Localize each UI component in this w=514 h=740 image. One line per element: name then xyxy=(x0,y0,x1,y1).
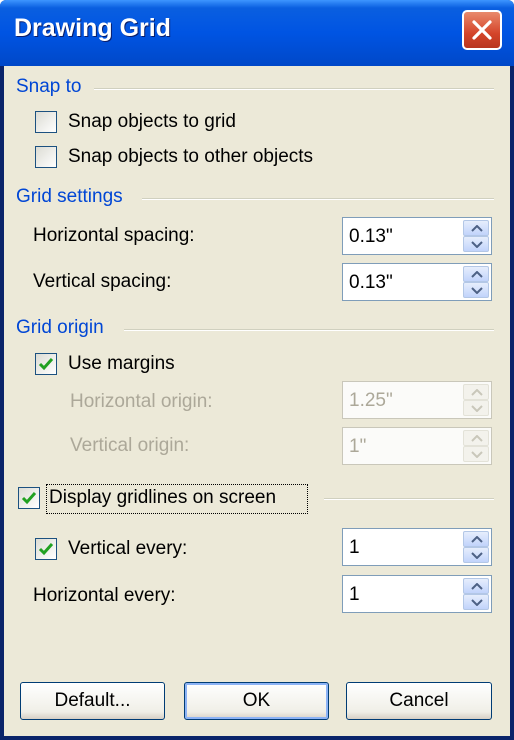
arrow-down-icon xyxy=(471,405,483,412)
vertical-origin-value: 1" xyxy=(349,436,367,457)
vertical-spacing-up-button[interactable] xyxy=(463,266,489,282)
arrow-down-icon xyxy=(471,451,483,458)
vertical-origin-spin-buttons xyxy=(463,430,489,462)
vertical-origin-label: Vertical origin: xyxy=(70,435,190,456)
arrow-up-icon xyxy=(471,583,483,590)
vertical-every-spinner[interactable]: 1 xyxy=(342,528,492,566)
vertical-spacing-value[interactable]: 0.13" xyxy=(349,272,393,294)
vertical-spacing-spinner[interactable]: 0.13" xyxy=(342,263,492,301)
horizontal-origin-label: Horizontal origin: xyxy=(70,391,213,412)
snap-to-other-objects-checkbox[interactable] xyxy=(35,146,57,168)
snap-to-other-objects-label[interactable]: Snap objects to other objects xyxy=(68,146,313,168)
arrow-up-icon xyxy=(471,536,483,543)
vertical-spacing-spin-buttons xyxy=(463,266,489,298)
display-gridlines-checkbox[interactable] xyxy=(18,487,40,509)
horizontal-origin-value: 1.25" xyxy=(349,390,393,411)
arrow-up-icon xyxy=(471,389,483,396)
ok-button[interactable]: OK xyxy=(184,682,329,720)
horizontal-origin-up-button xyxy=(463,384,489,400)
horizontal-every-down-button[interactable] xyxy=(463,594,489,610)
dialog-body: Snap to Snap objects to grid Snap object… xyxy=(4,66,510,736)
close-button[interactable] xyxy=(462,10,502,50)
vertical-spacing-down-button[interactable] xyxy=(463,282,489,298)
vertical-every-label[interactable]: Vertical every: xyxy=(68,538,187,560)
snap-to-header: Snap to xyxy=(16,76,82,97)
dialog-title: Drawing Grid xyxy=(14,14,171,42)
default-button[interactable]: Default... xyxy=(20,682,165,720)
use-margins-checkbox[interactable] xyxy=(35,353,57,375)
grid-settings-divider xyxy=(142,198,494,200)
horizontal-every-spinner[interactable]: 1 xyxy=(342,575,492,613)
horizontal-spacing-label: Horizontal spacing: xyxy=(33,225,195,246)
horizontal-every-spin-buttons xyxy=(463,578,489,610)
horizontal-spacing-up-button[interactable] xyxy=(463,220,489,236)
checkmark-icon xyxy=(38,358,54,371)
vertical-origin-down-button xyxy=(463,446,489,462)
grid-origin-header: Grid origin xyxy=(16,317,104,338)
checkmark-icon xyxy=(21,492,37,505)
arrow-up-icon xyxy=(471,271,483,278)
drawing-grid-dialog: Drawing Grid Snap to Snap objects to gri… xyxy=(0,0,514,740)
horizontal-every-up-button[interactable] xyxy=(463,578,489,594)
vertical-origin-up-button xyxy=(463,430,489,446)
arrow-down-icon xyxy=(471,287,483,294)
arrow-down-icon xyxy=(471,241,483,248)
horizontal-origin-down-button xyxy=(463,400,489,416)
snap-to-grid-checkbox[interactable] xyxy=(35,111,57,133)
arrow-down-icon xyxy=(471,552,483,559)
arrow-up-icon xyxy=(471,225,483,232)
vertical-origin-spinner: 1" xyxy=(342,427,492,465)
arrow-down-icon xyxy=(471,599,483,606)
vertical-every-checkbox[interactable] xyxy=(35,538,57,560)
display-gridlines-label[interactable]: Display gridlines on screen xyxy=(49,487,276,509)
grid-origin-divider xyxy=(124,329,494,331)
vertical-spacing-label: Vertical spacing: xyxy=(33,271,172,292)
horizontal-every-label: Horizontal every: xyxy=(33,585,176,606)
cancel-button[interactable]: Cancel xyxy=(346,682,492,720)
vertical-every-down-button[interactable] xyxy=(463,547,489,563)
horizontal-spacing-spinner[interactable]: 0.13" xyxy=(342,217,492,255)
grid-settings-header: Grid settings xyxy=(16,186,123,207)
use-margins-label[interactable]: Use margins xyxy=(68,353,175,375)
horizontal-spacing-down-button[interactable] xyxy=(463,236,489,252)
display-gridlines-divider xyxy=(324,498,494,500)
title-bar[interactable]: Drawing Grid xyxy=(0,0,514,66)
vertical-every-spin-buttons xyxy=(463,531,489,563)
close-x-icon xyxy=(472,20,492,40)
horizontal-origin-spinner: 1.25" xyxy=(342,381,492,419)
horizontal-spacing-value[interactable]: 0.13" xyxy=(349,226,393,248)
checkmark-icon xyxy=(38,543,54,556)
arrow-up-icon xyxy=(471,435,483,442)
vertical-every-up-button[interactable] xyxy=(463,531,489,547)
snap-to-grid-label[interactable]: Snap objects to grid xyxy=(68,111,236,133)
snap-to-divider xyxy=(94,88,494,90)
horizontal-spacing-spin-buttons xyxy=(463,220,489,252)
horizontal-every-value[interactable]: 1 xyxy=(349,584,360,606)
horizontal-origin-spin-buttons xyxy=(463,384,489,416)
vertical-every-value[interactable]: 1 xyxy=(349,537,360,559)
